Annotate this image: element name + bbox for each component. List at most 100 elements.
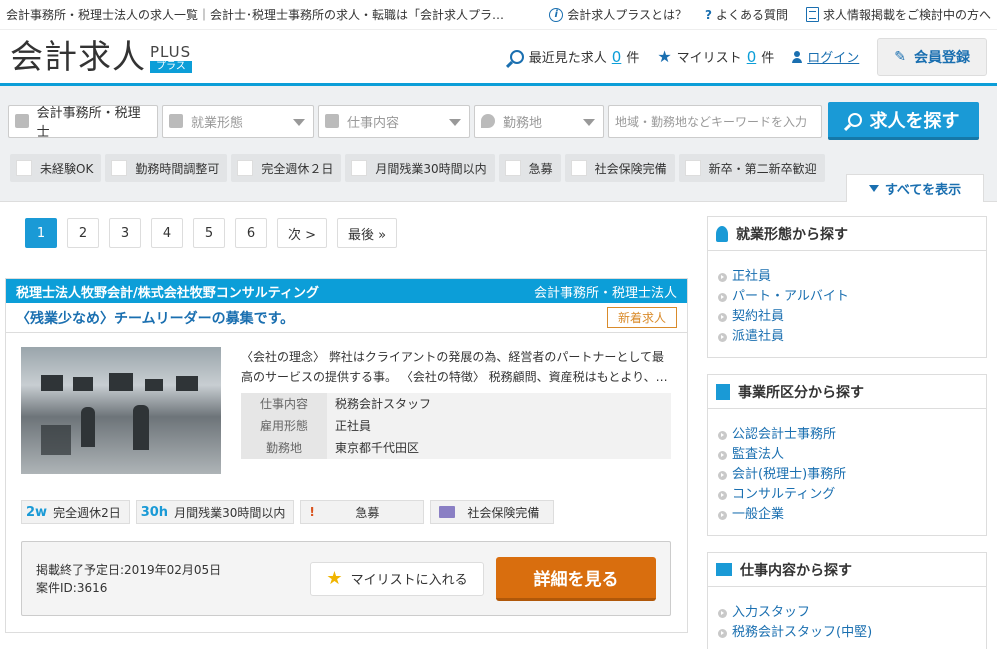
location-select[interactable]: 勤務地 [474,104,604,138]
checkbox[interactable] [351,160,368,176]
site-logo[interactable]: 会計求人 PLUS プラス [10,40,192,73]
detail-row: 雇用形態 正社員 [241,414,671,437]
checkbox[interactable] [237,160,254,176]
login-link[interactable]: ログイン [792,47,859,66]
chevron-down-icon [449,118,461,126]
checkbox[interactable] [684,160,701,176]
pin-icon [481,114,495,128]
job-card-footer: 掲載終了予定日:2019年02月05日 案件ID:3616 ★ マイリストに入れる… [21,541,671,616]
sidebar-link[interactable]: 監査法人 [718,445,986,465]
star-icon: ★ [657,47,672,66]
employment-select[interactable]: 就業形態 [162,104,314,138]
arrow-bullet-icon [718,490,727,500]
job-select[interactable]: 仕事内容 [318,104,470,138]
job-title[interactable]: 〈残業少なめ〉チームリーダーの募集です。 [16,308,294,328]
sidebar-link[interactable]: 正社員 [718,267,986,287]
sidebar-link[interactable]: 会計(税理士)事務所 [718,465,986,485]
info-icon: i [549,7,564,22]
chevron-down-icon [583,118,595,126]
sidebar-link[interactable]: パート・アルバイト [718,287,986,307]
filter-chips: 未経験OK 勤務時間調整可 完全週休２日 月間残業30時間以内 急募 社会保険完… [10,154,987,182]
page-breadcrumb-title: 会計事務所・税理士法人の求人一覧｜会計士･税理士事務所の求人・転職は「会計求人プ… [6,8,505,22]
filter-chip[interactable]: 新卒・第二新卒歓迎 [678,154,825,182]
register-button[interactable]: ✎ 会員登録 [877,37,987,76]
new-badge: 新着求人 [606,307,677,328]
end-date: 掲載終了予定日:2019年02月05日 [36,562,222,577]
site-header: 会計求人 PLUS プラス 最近見た求人 0 件 ★ マイリスト 0 件 ログイン ✎ 会員… [0,30,997,86]
sidebar-link[interactable]: 入力スタッフ [718,603,986,623]
briefcase-icon [716,563,732,576]
person-icon [716,225,728,242]
detail-row: 仕事内容 税務会計スタッフ [241,392,671,415]
tag-insurance: 社会保険完備 [430,500,555,524]
last-page-link[interactable]: 最後 » [337,218,398,248]
topbar: 会計事務所・税理士法人の求人一覧｜会計士･税理士事務所の求人・転職は「会計求人プ… [0,0,997,30]
company-type: 会計事務所・税理士法人 [533,285,677,301]
search-icon [509,49,524,64]
job-detail-table: 仕事内容 税務会計スタッフ 雇用形態 正社員 勤務地 東京都千代田区 [241,392,671,459]
checkbox[interactable] [16,160,32,176]
detail-row: 勤務地 東京都千代田区 [241,436,671,459]
filter-chip[interactable]: 急募 [498,154,561,182]
sidebar-office-type: 事業所区分から探す 公認会計士事務所 監査法人 会計(税理士)事務所 コンサルテ… [707,374,987,536]
filter-chip[interactable]: 勤務時間調整可 [105,154,228,182]
search-icon [847,112,862,127]
pagination: 1 2 3 4 5 6 次 > 最後 » [25,218,688,248]
checkbox[interactable] [504,160,521,176]
job-card: 税理士法人牧野会計/株式会社牧野コンサルティング 会計事務所・税理士法人 〈残業… [5,278,688,633]
sidebar: 就業形態から探す 正社員 パート・アルバイト 契約社員 派遣社員 事業所区分から… [707,216,987,649]
filter-chip[interactable]: 完全週休２日 [231,154,342,182]
keyword-input[interactable]: 地域・勤務地などキーワードを入力 [608,104,822,138]
sidebar-link[interactable]: コンサルティング [718,485,986,505]
recent-jobs-link[interactable]: 最近見た求人 0 件 [509,47,639,66]
arrow-bullet-icon [718,272,727,282]
checkbox[interactable] [111,160,128,176]
sidebar-employment: 就業形態から探す 正社員 パート・アルバイト 契約社員 派遣社員 [707,216,987,358]
add-to-mylist-button[interactable]: ★ マイリストに入れる [310,561,484,596]
page-link[interactable]: 4 [151,218,183,248]
document-icon [805,7,819,22]
exclamation-icon: ! [309,505,315,519]
chevron-down-icon [293,118,305,126]
building-icon [716,383,730,400]
tag-urgent: ! 急募 [300,500,425,524]
filter-chip[interactable]: 未経験OK [10,154,102,182]
next-page-link[interactable]: 次 > [277,218,328,248]
search-button[interactable]: 求人を探す [828,102,979,140]
arrow-bullet-icon [718,450,727,460]
company-name[interactable]: 税理士法人牧野会計/株式会社牧野コンサルティング [16,282,319,301]
case-id: 案件ID:3616 [36,580,108,595]
job-description: 〈会社の理念〉 弊社はクライアントの発展の為、経営者のパートナーとして最高のサー… [241,350,668,384]
page-link[interactable]: 6 [235,218,267,248]
sidebar-link[interactable]: 公認会計士事務所 [718,425,986,445]
page-link[interactable]: 5 [193,218,225,248]
page-link[interactable]: 2 [67,218,99,248]
star-icon: ★ [326,568,343,589]
arrow-bullet-icon [718,470,727,480]
page-link[interactable]: 3 [109,218,141,248]
sidebar-link[interactable]: 派遣社員 [718,327,986,347]
sidebar-link[interactable]: 契約社員 [718,307,986,327]
triangle-down-icon [868,185,879,192]
category-select[interactable]: 会計事務所・税理士 [8,104,158,140]
office-photo [21,347,221,474]
faq-link[interactable]: ? よくある質問 [705,6,788,23]
filter-chip[interactable]: 社会保険完備 [564,154,675,182]
arrow-bullet-icon [718,430,727,440]
mylist-link[interactable]: ★ マイリスト 0 件 [657,47,774,66]
about-link[interactable]: i 会計求人プラスとは？ [549,6,687,23]
posting-link[interactable]: 求人情報掲載をご検討中の方へ [805,6,991,23]
arrow-bullet-icon [718,312,727,322]
arrow-bullet-icon [718,628,727,638]
page-link[interactable]: 1 [25,218,57,248]
checkbox[interactable] [570,160,587,176]
view-details-button[interactable]: 詳細を見る [496,556,656,601]
briefcase-icon [325,114,339,128]
show-all-toggle[interactable]: すべてを表示 [846,174,984,202]
person-icon [169,114,183,128]
sidebar-link[interactable]: 税務会計スタッフ(中堅) [718,623,986,643]
filter-chip[interactable]: 月間残業30時間以内 [345,154,495,182]
sidebar-link[interactable]: 一般企業 [718,505,986,525]
arrow-bullet-icon [718,292,727,302]
sidebar-job-content: 仕事内容から探す 入力スタッフ 税務会計スタッフ(中堅) [707,552,987,649]
